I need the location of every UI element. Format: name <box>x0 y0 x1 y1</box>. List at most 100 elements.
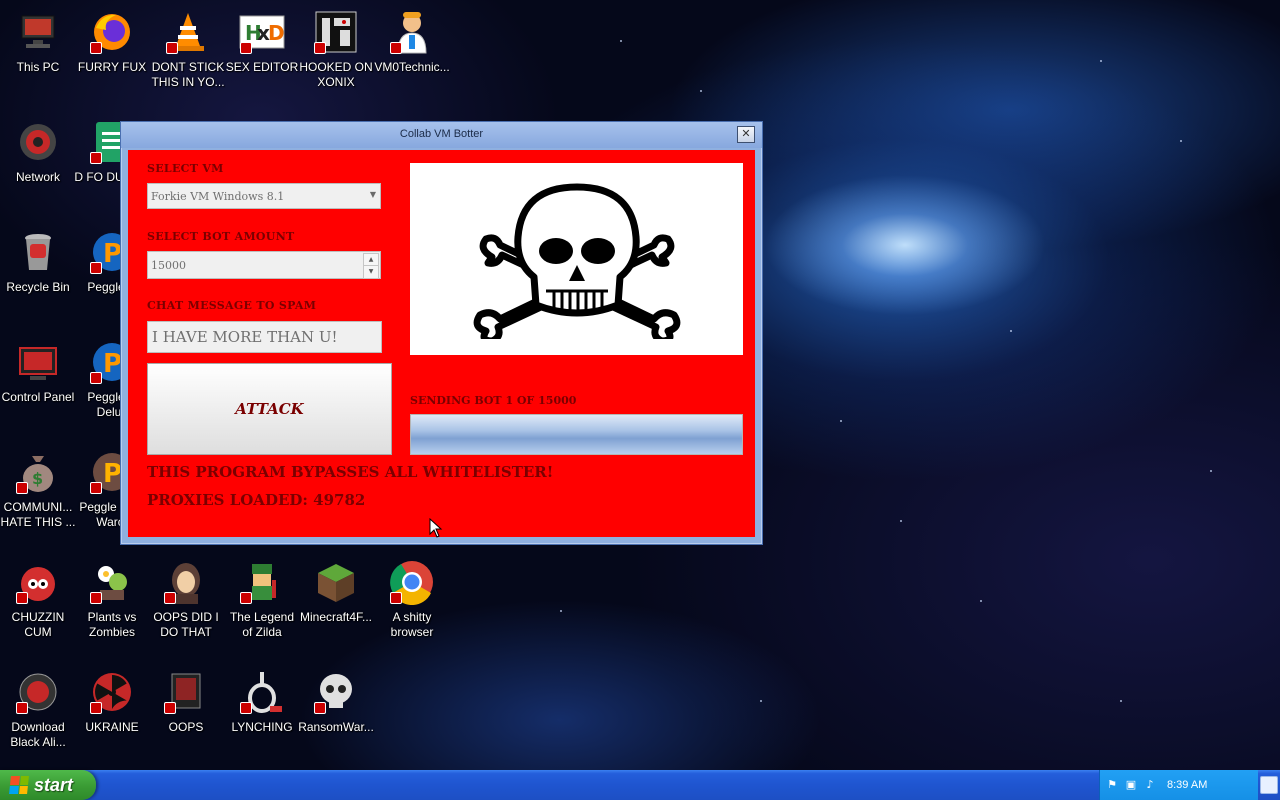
spin-down-icon[interactable]: ▼ <box>363 265 379 279</box>
desktop-icon-vm0technician[interactable]: VM0Technic... <box>374 8 450 75</box>
bypass-notice: THIS PROGRAM BYPASSES ALL WHITELISTER! <box>147 463 554 481</box>
icon-label: A shitty browser <box>390 610 434 639</box>
minecraft-block-icon <box>312 558 360 606</box>
desktop-icon-ukraine[interactable]: UKRAINE <box>74 668 150 735</box>
network-tray-icon[interactable]: ▣ <box>1124 778 1138 792</box>
chrome-icon <box>388 558 436 606</box>
xonix-game-icon <box>312 8 360 56</box>
select-vm-dropdown[interactable]: Forkie VM Windows 8.1 ▼ <box>147 183 381 209</box>
icon-label: Download Black Ali... <box>10 720 66 749</box>
app-icon <box>162 668 210 716</box>
desktop-icon-control-panel[interactable]: Control Panel <box>0 338 76 405</box>
action-center-flag-icon[interactable]: ⚑ <box>1105 778 1119 792</box>
proxies-loaded-text: PROXIES LOADED: 49782 <box>147 491 366 509</box>
desktop-icon-communi[interactable]: $ COMMUNI... HATE THIS ... <box>0 448 76 530</box>
icon-label: HOOKED ON XONIX <box>299 60 373 89</box>
icon-label: RansomWar... <box>298 720 374 734</box>
start-label: start <box>34 774 74 795</box>
mouse-cursor-icon <box>429 518 443 538</box>
system-tray: ⚑ ▣ ♪ 8:39 AM <box>1099 770 1258 800</box>
alien-icon <box>14 668 62 716</box>
desktop-icon-minecraft[interactable]: Minecraft4F... <box>298 558 374 625</box>
icon-label: SEX EDITOR <box>225 60 299 74</box>
icon-label: Network <box>15 170 60 184</box>
computer-icon <box>14 8 62 56</box>
desktop-icon-zilda[interactable]: The Legend of Zilda <box>224 558 300 640</box>
icon-label: VM0Technic... <box>374 60 450 74</box>
vlc-cone-icon <box>164 8 212 56</box>
icon-label: Recycle Bin <box>6 280 70 294</box>
desktop-icon-black-alien[interactable]: Download Black Ali... <box>0 668 76 750</box>
volume-icon[interactable]: ♪ <box>1143 778 1157 792</box>
sending-status-label: SENDING BOT 1 OF 15000 <box>410 394 577 407</box>
recycle-bin-icon <box>14 228 62 276</box>
chat-message-label: CHAT MESSAGE TO SPAM <box>147 299 317 312</box>
collab-vm-botter-window: Collab VM Botter ✕ SELECT VM Forkie VM W… <box>120 121 763 545</box>
portrait-icon <box>162 558 210 606</box>
icon-label: CHUZZIN CUM <box>11 610 65 639</box>
close-button[interactable]: ✕ <box>737 126 755 143</box>
desktop-icon-furry-fux[interactable]: FURRY FUX <box>74 8 150 75</box>
icon-label: Minecraft4F... <box>299 610 373 624</box>
icon-label: This PC <box>16 60 60 74</box>
radiation-icon <box>88 668 136 716</box>
icon-label: UKRAINE <box>85 720 139 734</box>
control-panel-icon <box>14 338 62 386</box>
svg-text:D: D <box>268 21 285 45</box>
start-button[interactable]: start <box>0 770 96 800</box>
desktop-icon-lynching[interactable]: LYNCHING <box>224 668 300 735</box>
icon-label: Plants vs Zombies <box>87 610 137 639</box>
select-vm-label: SELECT VM <box>147 162 224 175</box>
icon-label: OOPS DID I DO THAT <box>153 610 219 639</box>
desktop-icon-dont-stick[interactable]: DONT STICK THIS IN YO... <box>150 8 226 90</box>
icon-label: DONT STICK THIS IN YO... <box>151 60 225 89</box>
skull-image <box>410 163 743 355</box>
desktop-icon-this-pc[interactable]: This PC <box>0 8 76 75</box>
send-progress-bar <box>410 414 743 455</box>
icon-label: FURRY FUX <box>77 60 147 74</box>
show-desktop-icon[interactable] <box>1260 776 1278 794</box>
icon-label: Control Panel <box>1 390 75 404</box>
window-client-area: SELECT VM Forkie VM Windows 8.1 ▼ SELECT… <box>128 150 755 537</box>
technician-icon <box>388 8 436 56</box>
bot-amount-stepper[interactable]: 15000 ▲ ▼ <box>147 251 381 279</box>
window-title: Collab VM Botter <box>399 128 484 140</box>
desktop-icon-pvz[interactable]: Plants vs Zombies <box>74 558 150 640</box>
bot-amount-label: SELECT BOT AMOUNT <box>147 230 295 243</box>
attack-button-label: ATTACK <box>235 400 304 418</box>
desktop-icon-sex-editor[interactable]: HxD SEX EDITOR <box>224 8 300 75</box>
progress-fill <box>411 415 742 454</box>
icon-label: OOPS <box>168 720 204 734</box>
plants-vs-zombies-icon <box>88 558 136 606</box>
desktop-icon-oops[interactable]: OOPS <box>148 668 224 735</box>
desktop-icon-recycle-bin[interactable]: Recycle Bin <box>0 228 76 295</box>
rope-icon <box>238 668 286 716</box>
desktop-icon-network[interactable]: Network <box>0 118 76 185</box>
desktop-icon-oops-did-i[interactable]: OOPS DID I DO THAT <box>148 558 224 640</box>
skull-and-crossbones-icon <box>473 183 680 339</box>
skull-helmet-icon <box>312 668 360 716</box>
desktop-icon-chuzzin[interactable]: CHUZZIN CUM <box>0 558 76 640</box>
attack-button[interactable]: ATTACK <box>147 363 392 455</box>
icon-label: COMMUNI... HATE THIS ... <box>0 500 76 529</box>
desktop-icon-ransomware[interactable]: RansomWar... <box>298 668 374 735</box>
taskbar: start ❮ ⚑ ▣ ♪ 8:39 AM <box>0 770 1280 800</box>
network-icon <box>14 118 62 166</box>
hxd-hex-editor-icon: HxD <box>238 8 286 56</box>
icon-label: The Legend of Zilda <box>229 610 295 639</box>
zelda-character-icon <box>238 558 286 606</box>
desktop-icon-chrome[interactable]: A shitty browser <box>374 558 450 640</box>
chuzzle-icon <box>14 558 62 606</box>
bot-amount-value: 15000 <box>151 259 186 272</box>
money-bag-icon: $ <box>14 448 62 496</box>
desktop-icon-xonix[interactable]: HOOKED ON XONIX <box>298 8 374 90</box>
svg-text:$: $ <box>32 469 43 488</box>
windows-logo-icon <box>9 776 29 794</box>
window-titlebar[interactable]: Collab VM Botter ✕ <box>121 122 762 148</box>
chevron-down-icon: ▼ <box>369 190 376 199</box>
select-vm-value: Forkie VM Windows 8.1 <box>151 190 285 203</box>
chat-message-input[interactable]: I HAVE MORE THAN U! <box>147 321 382 353</box>
clock[interactable]: 8:39 AM <box>1167 779 1207 791</box>
icon-label: LYNCHING <box>231 720 293 734</box>
firefox-icon <box>88 8 136 56</box>
